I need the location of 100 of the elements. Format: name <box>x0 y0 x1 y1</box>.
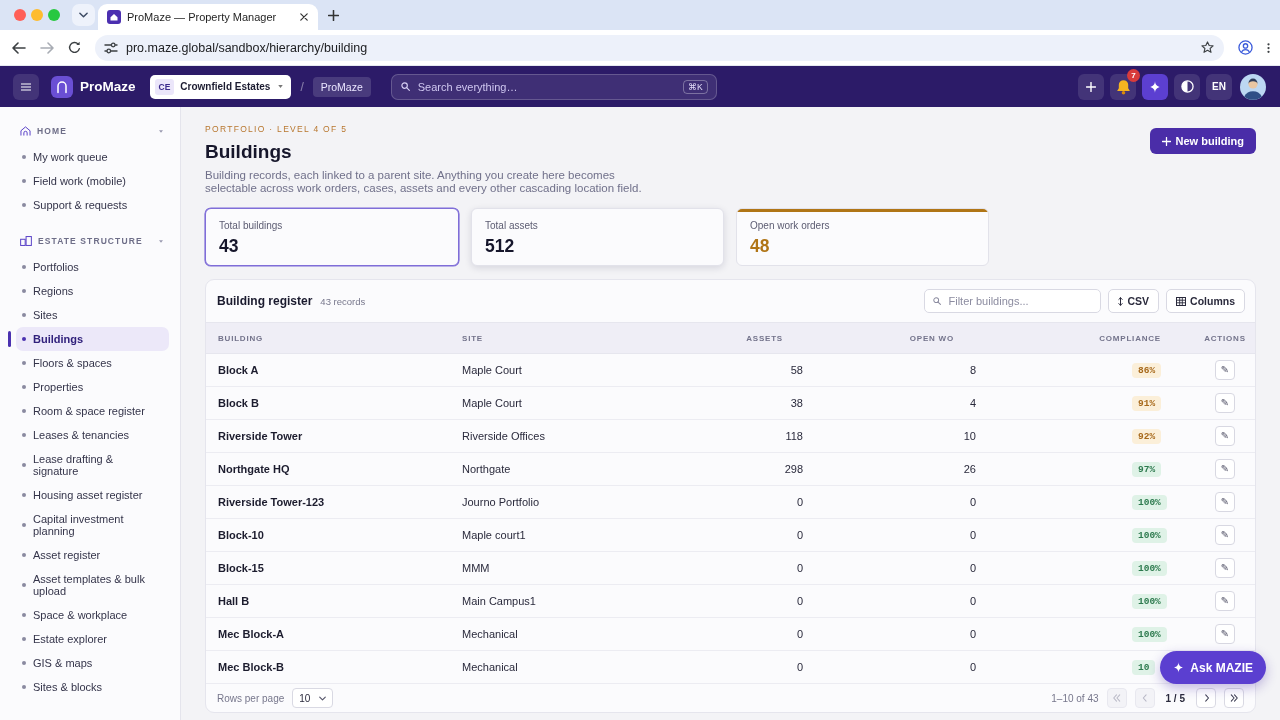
nav-item[interactable]: Capital investment planning <box>16 507 169 543</box>
edit-button[interactable]: ✎ <box>1215 492 1235 512</box>
bullet-icon <box>22 179 26 183</box>
nav-item[interactable]: Room & space register <box>16 399 169 423</box>
edit-button[interactable]: ✎ <box>1215 393 1235 413</box>
edit-button[interactable]: ✎ <box>1215 360 1235 380</box>
nav-item[interactable]: My work queue <box>16 145 169 169</box>
section-toggle[interactable]: ESTATE STRUCTURE <box>8 232 169 250</box>
nav-item[interactable]: Leases & tenancies <box>16 423 169 447</box>
nav-item[interactable]: Sites <box>16 303 169 327</box>
assistant-button[interactable] <box>1142 73 1168 100</box>
edit-button[interactable]: ✎ <box>1215 591 1235 611</box>
table-cell-text: 0 <box>968 628 977 640</box>
compliance-badge: 100% <box>1132 494 1167 510</box>
bullet-icon <box>22 433 26 437</box>
nav-item[interactable]: Asset templates & bulk upload <box>16 567 169 603</box>
edit-button[interactable]: ✎ <box>1215 459 1235 479</box>
compliance-badge: 100% <box>1132 527 1167 543</box>
page-button[interactable] <box>1224 688 1244 708</box>
nav-item[interactable]: Field work (mobile) <box>16 169 169 193</box>
nav-item[interactable]: GIS & maps <box>16 651 169 675</box>
stat-card[interactable]: Open work orders 48 <box>736 208 989 266</box>
compliance-badge: 100% <box>1132 560 1167 576</box>
new-building-button[interactable]: New building <box>1149 128 1256 154</box>
table-cell-text: Maple Court <box>461 364 523 376</box>
bullet-icon <box>22 337 26 341</box>
table-cell-text: 38 <box>789 397 804 409</box>
ask-assistant-button[interactable]: Ask MAZIE <box>1160 651 1266 684</box>
bullet-icon <box>22 523 26 527</box>
close-icon[interactable] <box>300 13 309 21</box>
table-cell-text: 0 <box>968 562 977 574</box>
section-toggle[interactable]: HOME <box>8 122 169 140</box>
table-cell-text: Mechanical <box>461 661 519 673</box>
theme-toggle-button[interactable] <box>1174 73 1200 100</box>
page-title: Buildings <box>205 141 293 163</box>
table-cell-text: 0 <box>795 496 804 508</box>
edit-button[interactable]: ✎ <box>1215 426 1235 446</box>
page-description: Building records, each linked to a parent site. Anything you create here becomes selectable across work orders, cases, assets and every other cascading location field. <box>205 169 643 195</box>
page-size-select[interactable]: 10 <box>292 688 334 708</box>
table-cell-text: 0 <box>968 595 977 607</box>
edit-button[interactable]: ✎ <box>1215 525 1235 545</box>
browser-tab[interactable]: ProMaze — Property Manager <box>98 4 319 30</box>
bullet-icon <box>22 203 26 207</box>
column-header: ASSETS <box>745 333 784 343</box>
compliance-badge: 10 <box>1132 659 1156 675</box>
bullet-icon <box>22 155 26 159</box>
filter-field[interactable]: Filter buildings... <box>924 289 1102 313</box>
nav-item[interactable]: Regions <box>16 279 169 303</box>
profile-icon[interactable] <box>1238 40 1253 55</box>
nav-item[interactable]: Properties <box>16 375 169 399</box>
add-button[interactable] <box>1078 73 1104 100</box>
language-button[interactable]: EN <box>1206 73 1232 100</box>
page-button[interactable] <box>1196 688 1216 708</box>
menu-icon <box>21 82 31 91</box>
sliders-icon[interactable] <box>104 41 118 54</box>
breadcrumb-button[interactable]: ProMaze <box>312 76 371 97</box>
table-cell-text: Riverside Tower <box>217 430 304 442</box>
tab-list-button[interactable] <box>72 4 95 26</box>
column-header: SITE <box>461 333 484 343</box>
bell-icon <box>1115 78 1131 95</box>
rows-per-page-label: Rows per page <box>217 692 285 704</box>
nav-item[interactable]: Portfolios <box>16 255 169 279</box>
column-header: ACTIONS <box>1203 333 1247 343</box>
nav-item[interactable]: Buildings <box>16 327 169 351</box>
plus-icon[interactable] <box>328 9 340 21</box>
nav-item[interactable]: Sites & blocks <box>16 675 169 699</box>
bullet-icon <box>22 463 26 467</box>
org-switcher[interactable]: CE Crownfield Estates <box>149 74 292 99</box>
menu-button[interactable] <box>13 73 39 100</box>
contrast-icon <box>1180 80 1194 93</box>
stat-card[interactable]: Total assets 512 <box>471 208 724 266</box>
table-cell-text: 0 <box>795 595 804 607</box>
edit-button[interactable]: ✎ <box>1215 624 1235 644</box>
back-arrow-icon[interactable] <box>12 41 26 54</box>
user-avatar[interactable] <box>1240 73 1266 100</box>
nav-item[interactable]: Support & requests <box>16 193 169 217</box>
table-cell-text: 26 <box>962 463 977 475</box>
nav-item[interactable]: Housing asset register <box>16 483 169 507</box>
table-cell-text: Main Campus1 <box>461 595 537 607</box>
nav-item[interactable]: Lease drafting & signature <box>16 447 169 483</box>
star-icon[interactable] <box>1201 41 1214 54</box>
nav-item[interactable]: Estate explorer <box>16 627 169 651</box>
columns-button[interactable]: Columns <box>1166 289 1245 313</box>
more-options-icon[interactable] <box>1267 41 1270 54</box>
reload-icon[interactable] <box>68 41 81 54</box>
export-button[interactable]: CSV <box>1108 289 1160 313</box>
range-label: 1–10 of 43 <box>1051 692 1099 704</box>
double-chevron-left-icon <box>1112 694 1122 702</box>
nav-item[interactable]: Asset register <box>16 543 169 567</box>
stat-card[interactable]: Total buildings 43 <box>205 208 459 266</box>
bullet-icon <box>22 583 26 587</box>
table-cell-text: Mec Block-B <box>217 661 286 673</box>
address-bar[interactable]: pro.maze.global/sandbox/hierarchy/building <box>95 34 1224 61</box>
up-down-arrow-icon <box>1118 296 1124 306</box>
edit-button[interactable]: ✎ <box>1215 558 1235 578</box>
bullet-icon <box>22 289 26 293</box>
nav-item[interactable]: Space & workplace <box>16 603 169 627</box>
nav-item[interactable]: Floors & spaces <box>16 351 169 375</box>
table-cell-text: 58 <box>789 364 804 376</box>
house-icon <box>107 10 121 24</box>
